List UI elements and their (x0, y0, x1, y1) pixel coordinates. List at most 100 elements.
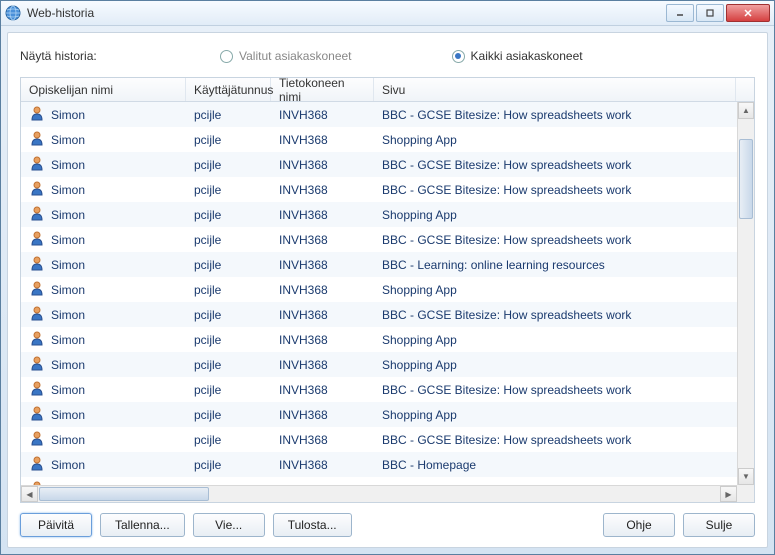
cell-user: pcijle (186, 133, 271, 147)
table-row[interactable]: SimonpcijleINVH368BBC - GCSE Bitesize: H… (21, 227, 754, 252)
refresh-button[interactable]: Päivitä (20, 513, 92, 537)
cell-computer: INVH368 (271, 158, 374, 172)
scroll-up-button[interactable]: ▲ (738, 102, 754, 119)
student-name: Simon (51, 333, 85, 347)
cell-user: pcijle (186, 358, 271, 372)
table-row[interactable]: SimonpcijleINVH368BBC - Homepage (21, 452, 754, 477)
cell-page: BBC - GCSE Bitesize: How spreadsheets wo… (374, 158, 754, 172)
cell-page: BBC - Homepage (374, 458, 754, 472)
col-header-computer[interactable]: Tietokoneen nimi (271, 78, 374, 101)
cell-computer: INVH368 (271, 358, 374, 372)
cell-computer: INVH368 (271, 258, 374, 272)
table-row[interactable]: Simon pcijleINVH368Shopping App (21, 352, 754, 377)
cell-page: Shopping App (374, 283, 754, 297)
cell-name: Simon (21, 380, 186, 399)
table-row[interactable]: SimonpcijleINVH368Shopping App (21, 277, 754, 302)
cell-page: BBC - GCSE Bitesize: How spreadsheets wo… (374, 233, 754, 247)
cell-page: Shopping App (374, 358, 754, 372)
radio-label: Valitut asiakaskoneet (239, 49, 352, 63)
close-button[interactable] (726, 4, 770, 22)
cell-user: pcijle (186, 258, 271, 272)
user-icon (29, 205, 45, 224)
table-row[interactable]: SimonpcijleINVH368BBC - GCSE Bitesize: H… (21, 302, 754, 327)
student-name: Simon (51, 183, 85, 197)
table-row[interactable]: SimonpcijleINVH368Shopping App (21, 402, 754, 427)
table-row[interactable]: SimonpcijleINVH368Shopping App (21, 127, 754, 152)
radio-selected-clients[interactable]: Valitut asiakaskoneet (220, 49, 352, 63)
filter-row: Näytä historia: Valitut asiakaskoneet Ka… (20, 43, 755, 69)
table-row[interactable]: SimonpcijleINVH368BBC - GCSE Bitesize: H… (21, 377, 754, 402)
student-name: Simon (51, 158, 85, 172)
user-icon (29, 355, 45, 374)
cell-name: Simon (21, 355, 186, 374)
table-row[interactable]: SimonpcijleINVH368BBC - Learning: online… (21, 252, 754, 277)
window-controls (666, 4, 770, 22)
vertical-scrollbar[interactable]: ▲ ▼ (737, 102, 754, 485)
cell-user: pcijle (186, 158, 271, 172)
scroll-thumb[interactable] (39, 487, 209, 501)
window-title: Web-historia (27, 6, 666, 20)
cell-user: pcijle (186, 108, 271, 122)
cell-computer: INVH368 (271, 408, 374, 422)
col-header-user[interactable]: Käyttäjätunnus (186, 78, 271, 101)
scroll-left-button[interactable]: ◀ (21, 486, 38, 502)
user-icon (29, 405, 45, 424)
cell-user: pcijle (186, 208, 271, 222)
titlebar[interactable]: Web-historia (1, 1, 774, 26)
cell-name: Simon (21, 405, 186, 424)
table-row[interactable]: SimonpcijleINVH368BBC - GCSE Bitesize: H… (21, 102, 754, 127)
student-name: Simon (51, 108, 85, 122)
filter-label: Näytä historia: (20, 49, 220, 63)
export-button[interactable]: Vie... (193, 513, 265, 537)
radio-all-clients[interactable]: Kaikki asiakaskoneet (452, 49, 583, 63)
col-header-page[interactable]: Sivu (374, 78, 736, 101)
save-button[interactable]: Tallenna... (100, 513, 185, 537)
button-row: Päivitä Tallenna... Vie... Tulosta... Oh… (20, 513, 755, 537)
table-row[interactable]: Simon pcijleINVH368BBC - GCSE Bitesize: H… (21, 152, 754, 177)
cell-name: Simon (21, 255, 186, 274)
cell-computer: INVH368 (271, 433, 374, 447)
table-row[interactable]: SimonpcijleINVH368BBC - GCSE Bitesize: H… (21, 427, 754, 452)
user-icon (29, 105, 45, 124)
student-name: Simon (51, 433, 85, 447)
user-icon (29, 430, 45, 449)
cell-name: Simon (21, 280, 186, 299)
globe-icon (5, 5, 21, 21)
cell-computer: INVH368 (271, 333, 374, 347)
cell-computer: INVH368 (271, 233, 374, 247)
col-header-name[interactable]: Opiskelijan nimi (21, 78, 186, 101)
cell-name: Simon (21, 430, 186, 449)
table-row[interactable]: SimonpcijleINVH368Shopping App (21, 202, 754, 227)
horizontal-scrollbar[interactable]: ◀ ▶ (21, 485, 737, 502)
user-icon (29, 180, 45, 199)
cell-computer: INVH368 (271, 108, 374, 122)
col-header-scroll-spacer (736, 78, 754, 101)
scroll-thumb[interactable] (739, 139, 753, 219)
student-name: Simon (51, 358, 85, 372)
table-row[interactable]: SimonpcijleINVH368BBC - GCSE Bitesize: H… (21, 177, 754, 202)
print-button[interactable]: Tulosta... (273, 513, 352, 537)
minimize-button[interactable] (666, 4, 694, 22)
student-name: Simon (51, 133, 85, 147)
table-body: SimonpcijleINVH368BBC - GCSE Bitesize: H… (21, 102, 754, 502)
user-icon (29, 305, 45, 324)
student-name: Simon (51, 283, 85, 297)
scroll-track[interactable] (738, 119, 754, 468)
scroll-right-button[interactable]: ▶ (720, 486, 737, 502)
scroll-down-button[interactable]: ▼ (738, 468, 754, 485)
cell-name: Simon (21, 455, 186, 474)
cell-user: pcijle (186, 283, 271, 297)
cell-page: BBC - GCSE Bitesize: How spreadsheets wo… (374, 183, 754, 197)
help-button[interactable]: Ohje (603, 513, 675, 537)
user-icon (29, 380, 45, 399)
table-row[interactable]: SimonpcijleINVH368Shopping App (21, 327, 754, 352)
cell-computer: INVH368 (271, 308, 374, 322)
maximize-button[interactable] (696, 4, 724, 22)
student-name: Simon (51, 408, 85, 422)
cell-user: pcijle (186, 308, 271, 322)
user-icon (29, 230, 45, 249)
close-dialog-button[interactable]: Sulje (683, 513, 755, 537)
window-frame: Web-historia Näytä historia: Valitut asi… (0, 0, 775, 555)
user-icon (29, 330, 45, 349)
cell-name: Simon (21, 330, 186, 349)
